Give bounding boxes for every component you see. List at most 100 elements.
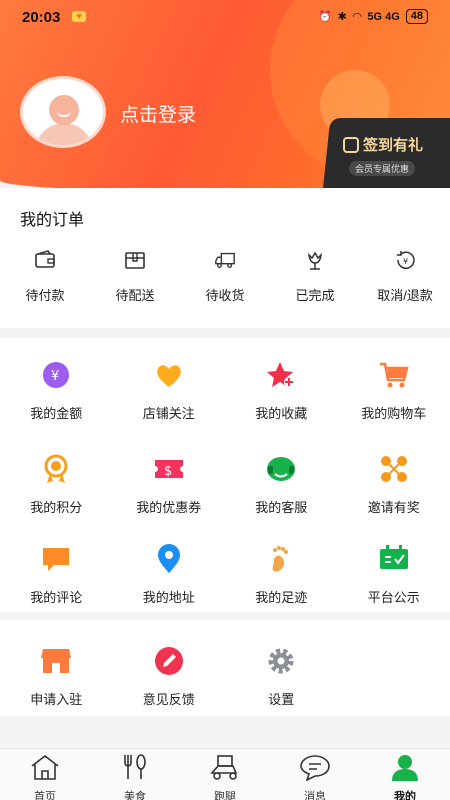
order-label: 取消/退款	[377, 288, 433, 303]
order-label: 待收货	[205, 288, 245, 303]
money-icon: ¥	[43, 362, 70, 388]
order-label: 已完成	[295, 288, 335, 303]
my-comments[interactable]: 我的评论	[0, 544, 113, 606]
cart-icon	[379, 362, 409, 388]
bottom-tab-bar: 首页 美食 跑腿 消息 我的	[0, 748, 450, 800]
service-label: 我的优惠券	[136, 500, 202, 515]
service-label: 平台公示	[367, 590, 420, 605]
tab-label: 我的	[394, 791, 416, 800]
network-label: 5G 4G	[367, 10, 400, 23]
battery-icon: 48	[405, 9, 428, 24]
my-favorites[interactable]: 我的收藏	[225, 360, 338, 422]
notification-icon: ♥	[72, 11, 86, 22]
status-icons: ⏰ ✱ ◠ 5G 4G 48	[318, 9, 428, 24]
service-label: 我的积分	[30, 500, 83, 515]
my-cart[interactable]: 我的购物车	[338, 360, 450, 422]
order-pending-payment[interactable]: 待付款	[0, 250, 90, 304]
network-icon	[380, 456, 407, 482]
extras-row: 申请入驻 意见反馈 设置	[0, 646, 450, 708]
order-pending-delivery[interactable]: 待配送	[90, 250, 180, 304]
wallet-icon	[35, 250, 55, 268]
delivery-icon	[210, 755, 238, 780]
signin-content[interactable]: 签到有礼 会员专属优惠	[343, 134, 450, 177]
bluetooth-icon: ✱	[337, 11, 347, 23]
service-label: 我的足迹	[255, 590, 308, 605]
tab-errand[interactable]: 跑腿	[180, 749, 270, 800]
tab-label: 跑腿	[214, 791, 236, 800]
gear-icon	[268, 648, 294, 674]
my-address[interactable]: 我的地址	[113, 544, 226, 606]
food-icon	[124, 754, 146, 779]
service-label: 我的评论	[30, 590, 83, 605]
extra-label: 设置	[268, 692, 295, 707]
flower-icon	[307, 251, 323, 270]
location-icon	[157, 544, 180, 573]
settings[interactable]: 设置	[225, 646, 338, 708]
coupon-icon: $	[154, 460, 183, 479]
my-points[interactable]: 我的积分	[0, 454, 113, 516]
signin-title: 签到有礼	[363, 137, 424, 154]
refund-icon: ¥	[397, 251, 415, 269]
my-coupons[interactable]: $ 我的优惠券	[113, 454, 226, 516]
gift-icon	[343, 136, 359, 153]
tab-messages[interactable]: 消息	[270, 749, 360, 800]
heart-icon	[156, 365, 181, 387]
tab-food[interactable]: 美食	[90, 749, 180, 800]
headset-icon	[267, 457, 296, 481]
footprint-icon	[272, 546, 289, 572]
star-icon	[267, 362, 295, 387]
shop-follow[interactable]: 店铺关注	[113, 360, 226, 422]
svg-text:¥: ¥	[403, 257, 408, 266]
tab-label: 首页	[34, 791, 56, 800]
home-icon	[31, 754, 59, 780]
truck-icon	[215, 252, 235, 268]
services-row: 我的积分 $ 我的优惠券 我的客服 邀请有奖	[0, 454, 450, 516]
signin-subtitle: 会员专属优惠	[349, 161, 416, 176]
package-icon	[125, 252, 145, 269]
order-pending-receipt[interactable]: 待收货	[180, 250, 270, 304]
orders-row: 待付款 待配送 待收货 已完成 ¥ 取消/退款	[0, 250, 450, 304]
extra-label: 意见反馈	[142, 692, 195, 707]
alarm-icon: ⏰	[317, 11, 332, 23]
orders-card: 我的订单 待付款 待配送 待收货 已完成 ¥ 取消/退款	[0, 188, 450, 328]
tab-label: 美食	[124, 791, 146, 800]
medal-icon	[44, 454, 68, 483]
services-row: ¥ 我的金额 店铺关注 我的收藏 我的购物车	[0, 360, 450, 422]
svg-text:$: $	[164, 464, 172, 479]
services-row: 我的评论 我的地址 我的足迹 平台公示	[0, 544, 450, 606]
service-label: 邀请有奖	[367, 500, 420, 515]
my-balance[interactable]: ¥ 我的金额	[0, 360, 113, 422]
service-label: 我的购物车	[361, 406, 427, 421]
apply-merchant[interactable]: 申请入驻	[0, 646, 113, 708]
orders-title: 我的订单	[20, 212, 85, 229]
my-footprints[interactable]: 我的足迹	[225, 544, 338, 606]
service-label: 我的金额	[30, 406, 83, 421]
extra-label: 申请入驻	[30, 692, 83, 707]
login-link[interactable]: 点击登录	[120, 100, 196, 127]
invite-rewards[interactable]: 邀请有奖	[338, 454, 450, 516]
tab-home[interactable]: 首页	[0, 749, 90, 800]
avatar[interactable]	[20, 76, 106, 148]
customer-service[interactable]: 我的客服	[225, 454, 338, 516]
feedback-icon	[154, 647, 183, 675]
order-refund[interactable]: ¥ 取消/退款	[360, 250, 450, 304]
tab-profile[interactable]: 我的	[360, 749, 450, 800]
order-label: 待配送	[115, 288, 155, 303]
svg-text:¥: ¥	[51, 369, 59, 384]
status-bar: 20:03 ♥ ⏰ ✱ ◠ 5G 4G 48	[0, 0, 450, 34]
shop-icon	[41, 649, 72, 673]
platform-notice[interactable]: 平台公示	[338, 544, 450, 606]
tab-label: 消息	[304, 791, 326, 800]
service-label: 我的地址	[142, 590, 195, 605]
feedback[interactable]: 意见反馈	[113, 646, 226, 708]
order-completed[interactable]: 已完成	[270, 250, 360, 304]
service-label: 我的收藏	[255, 406, 308, 421]
profile-icon	[392, 755, 418, 781]
service-label: 我的客服	[255, 500, 308, 515]
order-label: 待付款	[25, 288, 65, 303]
notice-board-icon	[379, 545, 408, 569]
extras-card: 申请入驻 意见反馈 设置	[0, 620, 450, 716]
comment-icon	[43, 548, 70, 571]
wifi-icon: ◠	[352, 11, 362, 23]
status-time: 20:03	[22, 9, 61, 26]
